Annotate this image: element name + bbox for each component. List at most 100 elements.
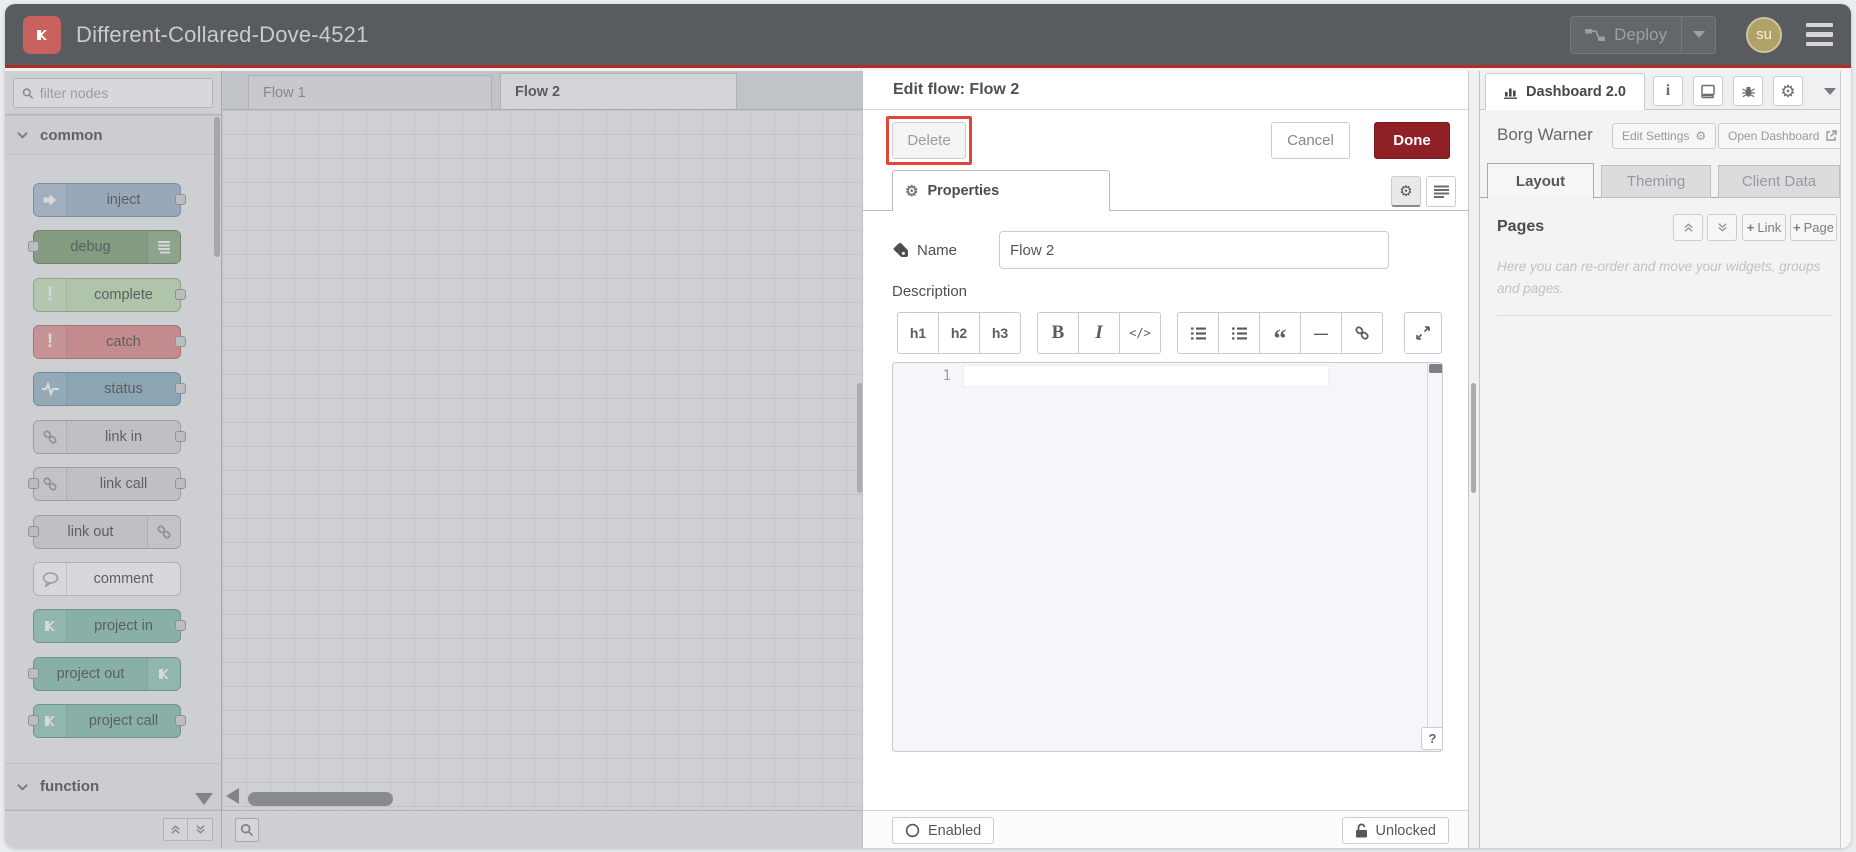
tray-resize-handle[interactable] (857, 383, 862, 493)
delete-button[interactable]: Delete (892, 122, 966, 159)
angle-double-down-icon (1717, 223, 1727, 232)
horizontal-scrollbar[interactable] (248, 792, 393, 806)
deploy-button[interactable]: Deploy (1570, 15, 1716, 54)
arrow-right-icon (34, 184, 67, 216)
user-avatar[interactable]: su (1746, 16, 1782, 53)
move-down-button[interactable] (1707, 214, 1737, 241)
palette-node-link-call[interactable]: link call (28, 467, 186, 501)
plus-icon: + (1746, 220, 1755, 235)
palette-scroll-down-icon[interactable] (195, 793, 213, 805)
editor-scrollbar-thumb[interactable] (1429, 364, 1442, 373)
book-icon (1701, 84, 1715, 98)
tab-flow-2[interactable]: Flow 2 (500, 73, 737, 109)
node-description-button[interactable] (1426, 176, 1456, 207)
cancel-button[interactable]: Cancel (1271, 122, 1350, 159)
palette-filter-input[interactable] (39, 85, 204, 101)
editor-active-line (963, 365, 1329, 387)
flow-locked-toggle[interactable]: Unlocked (1341, 817, 1449, 844)
open-dashboard-button[interactable]: Open Dashboard (1718, 123, 1848, 149)
node-settings-button[interactable]: ⚙ (1391, 176, 1421, 207)
palette-filter-box[interactable] (13, 78, 213, 108)
add-link-button[interactable]: + Link (1742, 214, 1786, 241)
node-port-output (175, 715, 186, 726)
palette-node-complete[interactable]: ! complete (33, 278, 186, 312)
palette-node-project-call[interactable]: project call (28, 704, 186, 738)
chevron-down-icon[interactable] (1824, 88, 1836, 95)
angle-double-up-icon (171, 825, 180, 834)
settings-button[interactable]: ⚙ (1773, 76, 1803, 106)
node-port-output (175, 194, 186, 205)
main-menu-button[interactable] (1806, 22, 1833, 47)
zoom-search-button[interactable] (235, 817, 259, 842)
tab-flow-1[interactable]: Flow 1 (248, 75, 492, 109)
editor-scrollbar-track (1427, 363, 1428, 751)
quote-button[interactable]: “ (1259, 312, 1301, 354)
tab-properties[interactable]: ⚙ Properties (892, 170, 1110, 211)
palette-node-project-in[interactable]: project in (33, 609, 186, 643)
node-port-input (28, 715, 39, 726)
expand-editor-button[interactable] (1404, 312, 1442, 354)
sidebar-resize-handle[interactable] (1471, 383, 1476, 493)
node-port-input (28, 526, 39, 537)
code-button[interactable]: </> (1119, 312, 1161, 354)
palette-node-status[interactable]: status (33, 372, 186, 406)
flow-canvas[interactable] (222, 110, 862, 810)
palette-category-function[interactable]: function (5, 763, 221, 810)
palette-node-inject[interactable]: inject (33, 183, 186, 217)
flow-enabled-toggle[interactable]: Enabled (892, 817, 995, 844)
info-button[interactable]: i (1653, 76, 1683, 106)
description-editor[interactable]: 1 ? (892, 362, 1443, 752)
palette-node-project-out[interactable]: project out (28, 657, 181, 691)
palette-search (5, 71, 221, 115)
editor-help-button[interactable]: ? (1421, 727, 1442, 750)
h3-button[interactable]: h3 (979, 312, 1021, 354)
workspace-footer (222, 810, 862, 848)
h1-button[interactable]: h1 (897, 312, 939, 354)
gear-icon: ⚙ (1399, 182, 1413, 200)
palette-node-catch[interactable]: ! catch (33, 325, 186, 359)
italic-button[interactable]: I (1078, 312, 1120, 354)
debug-bug-button[interactable] (1733, 76, 1763, 106)
horizontal-rule-button[interactable]: — (1300, 312, 1342, 354)
tab-dashboard-2[interactable]: Dashboard 2.0 (1485, 73, 1645, 110)
sidebar-scrollbar-track[interactable] (1840, 71, 1851, 848)
flow-name-input[interactable] (999, 231, 1389, 269)
name-label: Name (892, 242, 999, 259)
edit-settings-button[interactable]: Edit Settings ⚙ (1612, 123, 1717, 149)
bar-chart-icon (1504, 88, 1518, 99)
debug-list-icon (147, 231, 180, 263)
tab-client-data[interactable]: Client Data (1718, 165, 1840, 198)
done-button[interactable]: Done (1374, 122, 1450, 159)
h2-button[interactable]: h2 (938, 312, 980, 354)
palette-node-link-out[interactable]: link out (28, 515, 181, 549)
chevron-down-icon (17, 132, 28, 139)
unordered-list-button[interactable] (1218, 312, 1260, 354)
ordered-list-button[interactable] (1177, 312, 1219, 354)
node-port-output (175, 383, 186, 394)
link-icon (147, 516, 180, 548)
palette-node-link-in[interactable]: link in (33, 420, 186, 454)
add-page-button[interactable]: + Page (1790, 214, 1837, 241)
scroll-left-icon[interactable] (226, 788, 239, 804)
link-button[interactable] (1341, 312, 1383, 354)
palette-node-debug[interactable]: debug (28, 230, 181, 264)
app-header: Different-Collared-Dove-4521 Deploy su (5, 4, 1851, 68)
editor-line-number: 1 (942, 368, 951, 384)
help-book-button[interactable] (1693, 76, 1723, 106)
palette-collapse-all-button[interactable] (163, 818, 188, 841)
tab-layout[interactable]: Layout (1487, 163, 1594, 199)
palette-expand-all-button[interactable] (188, 818, 213, 841)
palette-node-comment[interactable]: comment (33, 562, 181, 596)
deploy-options-button[interactable] (1681, 16, 1715, 53)
exclamation-icon: ! (34, 326, 67, 358)
flow-tabbar: Flow 1 Flow 2 (222, 71, 862, 110)
node-port-output (175, 336, 186, 347)
palette-category-common[interactable]: common (5, 115, 221, 155)
tab-theming[interactable]: Theming (1601, 165, 1711, 198)
move-up-button[interactable] (1673, 214, 1703, 241)
name-row: Name (892, 231, 1389, 269)
pulse-icon (34, 373, 67, 405)
deploy-icon (1585, 28, 1606, 41)
palette-scrollbar[interactable] (214, 117, 220, 257)
bold-button[interactable]: B (1037, 312, 1079, 354)
